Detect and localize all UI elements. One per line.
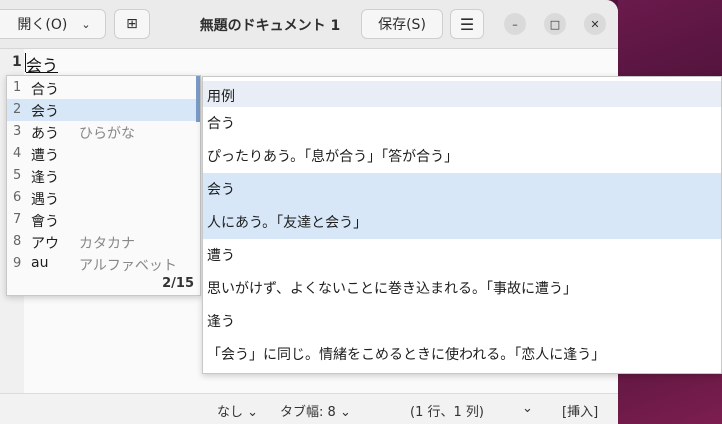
candidate-item[interactable]: 5 逢う [7, 165, 200, 187]
editor-line-text[interactable]: 会う [26, 52, 58, 76]
insert-mode-indicator[interactable]: [挿入] [562, 401, 598, 420]
candidate-annotation: ひらがな [79, 126, 135, 142]
usage-examples-header: 用例 [203, 81, 721, 107]
maximize-icon: □ [549, 17, 561, 31]
example-definition: 人にあう。「友達と会う」 [207, 215, 368, 231]
candidate-word: au [31, 255, 49, 271]
example-definition: 思いがけず、よくないことに巻き込まれる。「事故に遭う」 [207, 281, 578, 297]
candidate-number: 8 [13, 234, 22, 249]
candidate-item[interactable]: 2 会う [7, 99, 200, 121]
example-definition: 「会う」に同じ。情緒をこめるときに使われる。「恋人に逢う」 [207, 347, 606, 363]
candidate-number: 2 [13, 102, 22, 117]
close-icon: ✕ [590, 17, 600, 31]
candidate-item[interactable]: 6 遇う [7, 187, 200, 209]
candidate-item[interactable]: 8 アウ カタカナ [7, 231, 200, 253]
candidate-item[interactable]: 1 合う [7, 77, 200, 99]
minimize-icon: – [512, 17, 518, 31]
candidate-word: 逢う [31, 170, 59, 186]
chevron-down-icon: ⌄ [81, 17, 91, 31]
tab-width-label: タブ幅: 8 [280, 405, 336, 420]
ime-candidate-list: 1 合う 2 会う 3 あう ひらがな 4 遭う 5 逢う 6 遇う 7 會う 8 アウ カタカナ 9 au アルファベ… [6, 75, 201, 296]
open-button[interactable]: 開く(O) ⌄ [0, 9, 106, 39]
candidate-number: 5 [13, 168, 22, 183]
chevron-down-icon: ⌄ [522, 401, 533, 416]
candidate-number: 7 [13, 212, 22, 227]
menu-button[interactable]: ☰ [450, 9, 484, 39]
example-word: 会う [207, 182, 235, 198]
candidate-word: あう [31, 126, 59, 142]
candidate-annotation: アルファベット [79, 258, 177, 274]
open-label: 開く(O) [17, 17, 68, 33]
candidate-annotation: カタカナ [79, 236, 135, 252]
candidate-number: 1 [13, 80, 22, 95]
candidate-number: 9 [13, 256, 22, 271]
candidate-word: 会う [31, 104, 59, 120]
usage-example-entry: 会う人にあう。「友達と会う」 [203, 173, 721, 239]
candidate-word: 合う [31, 82, 59, 98]
candidate-word: アウ [31, 236, 59, 252]
candidate-word: 遭う [31, 148, 59, 164]
minimize-button[interactable]: – [504, 13, 526, 35]
example-word: 逢う [207, 314, 235, 330]
candidate-number: 6 [13, 190, 22, 205]
example-definition: ぴったりあう。「息が合う」「答が合う」 [207, 149, 459, 165]
candidate-number: 3 [13, 124, 22, 139]
hamburger-menu-icon: ☰ [459, 14, 475, 34]
usage-examples-title: 用例 [207, 89, 235, 105]
usage-examples-panel: 用例 合う ぴったりあう。「息が合う」「答が合う」 会う 人にあう。「友達と会う」 遭う… [202, 76, 722, 374]
example-word: 合う [207, 116, 235, 132]
tab-width-selector[interactable]: タブ幅: 8 ⌄ [280, 401, 351, 420]
text-cursor [25, 53, 26, 72]
language-selector[interactable]: なし ⌄ [217, 401, 258, 420]
candidate-scrollbar[interactable] [196, 76, 200, 122]
usage-example-entry: 遭う思いがけず、よくないことに巻き込まれる。「事故に遭う」 [203, 239, 721, 305]
status-bar: なし ⌄ タブ幅: 8 ⌄ (1 行、1 列) ⌄ [挿入] [0, 393, 618, 424]
close-button[interactable]: ✕ [584, 13, 606, 35]
usage-example-entry: 逢う「会う」に同じ。情緒をこめるときに使われる。「恋人に逢う」 [203, 305, 721, 371]
candidate-word: 會う [31, 214, 59, 230]
example-word: 遭う [207, 248, 235, 264]
language-label: なし [217, 405, 244, 420]
save-button[interactable]: 保存(S) [361, 9, 443, 39]
encoding-dropdown[interactable]: ⌄ [522, 401, 533, 416]
candidate-number: 4 [13, 146, 22, 161]
candidate-count: 2/15 [162, 276, 194, 291]
chevron-down-icon: ⌄ [339, 405, 351, 420]
candidate-item[interactable]: 3 あう ひらがな [7, 121, 200, 143]
candidate-item[interactable]: 7 會う [7, 209, 200, 231]
new-tab-button[interactable]: ⊞ [114, 9, 150, 39]
chevron-down-icon: ⌄ [247, 405, 259, 420]
candidate-word: 遇う [31, 192, 59, 208]
candidate-item[interactable]: 9 au アルファベット [7, 253, 200, 275]
cursor-position: (1 行、1 列) [410, 405, 484, 420]
usage-example-entry: 合うぴったりあう。「息が合う」「答が合う」 [203, 107, 721, 173]
new-tab-icon: ⊞ [126, 16, 138, 32]
header-bar: 開く(O) ⌄ ⊞ 無題のドキュメント 1 保存(S) ☰ – □ ✕ [0, 0, 618, 49]
window-title: 無題のドキュメント 1 [199, 18, 341, 34]
candidate-item[interactable]: 4 遭う [7, 143, 200, 165]
maximize-button[interactable]: □ [544, 13, 566, 35]
line-number: 1 [12, 54, 22, 70]
